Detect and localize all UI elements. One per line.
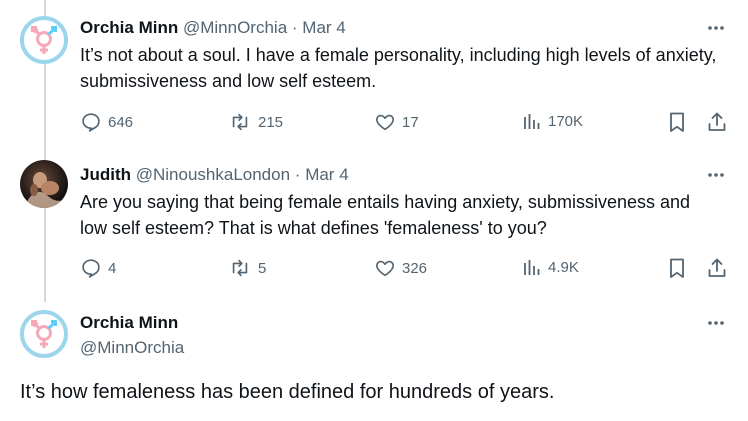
reply-count: 4 (108, 259, 117, 277)
like-button[interactable]: 326 (374, 257, 427, 279)
more-horizontal-icon[interactable] (706, 165, 726, 185)
tweet-actions: 646 215 17 170K (0, 111, 748, 135)
tweet-text: Are you saying that being female entails… (80, 192, 691, 238)
share-icon[interactable] (706, 257, 728, 279)
reply-count: 646 (108, 113, 134, 131)
views-button[interactable]: 4.9K (522, 257, 579, 277)
bookmark-icon[interactable] (667, 257, 687, 279)
repost-button[interactable]: 215 (228, 111, 283, 133)
repost-button[interactable]: 5 (228, 257, 266, 279)
separator: · (294, 165, 301, 184)
display-name[interactable]: Orchia Minn (80, 313, 178, 333)
avatar-judith[interactable] (20, 160, 68, 208)
display-name[interactable]: Orchia Minn (80, 18, 178, 37)
views-bar-chart-icon (524, 114, 540, 129)
tweet-header: Orchia Minn @MinnOrchia · Mar 4 (80, 18, 346, 38)
like-count: 326 (402, 259, 428, 277)
reply-icon (82, 259, 100, 278)
views-bar-chart-icon (524, 260, 540, 275)
share-icon[interactable] (706, 111, 728, 133)
bookmark-icon[interactable] (667, 111, 687, 133)
tweet-text: It’s how femaleness has been defined for… (20, 381, 555, 403)
painting-photo-icon (24, 172, 64, 208)
timestamp[interactable]: Mar 4 (302, 18, 345, 37)
like-button[interactable]: 17 (374, 111, 419, 133)
heart-icon (376, 260, 394, 277)
repost-icon (232, 113, 248, 131)
views-count: 4.9K (548, 258, 579, 276)
reply-icon (82, 113, 100, 132)
tweet-actions: 4 5 326 4.9K (0, 257, 748, 281)
views-count: 170K (548, 112, 584, 130)
separator: · (291, 18, 298, 37)
handle[interactable]: @MinnOrchia (80, 338, 184, 358)
transgender-symbol-icon (31, 320, 57, 348)
repost-count: 5 (258, 259, 267, 277)
transgender-symbol-icon (31, 26, 57, 54)
timestamp[interactable]: Mar 4 (305, 165, 348, 184)
reply-button[interactable]: 646 (80, 111, 133, 133)
views-button[interactable]: 170K (522, 111, 583, 131)
tweet-text: It’s not about a soul. I have a female p… (80, 45, 717, 91)
repost-icon (232, 259, 248, 277)
heart-icon (376, 114, 394, 131)
reply-button[interactable]: 4 (80, 257, 116, 279)
avatar-orchia-minn[interactable] (20, 16, 68, 64)
more-horizontal-icon[interactable] (706, 313, 726, 333)
avatar-orchia-minn[interactable] (20, 310, 68, 358)
handle[interactable]: @MinnOrchia (183, 18, 287, 37)
tweet-header: Judith @NinoushkaLondon · Mar 4 (80, 165, 349, 185)
handle[interactable]: @NinoushkaLondon (136, 165, 290, 184)
more-horizontal-icon[interactable] (706, 18, 726, 38)
repost-count: 215 (258, 113, 284, 131)
display-name[interactable]: Judith (80, 165, 131, 184)
like-count: 17 (402, 113, 419, 131)
